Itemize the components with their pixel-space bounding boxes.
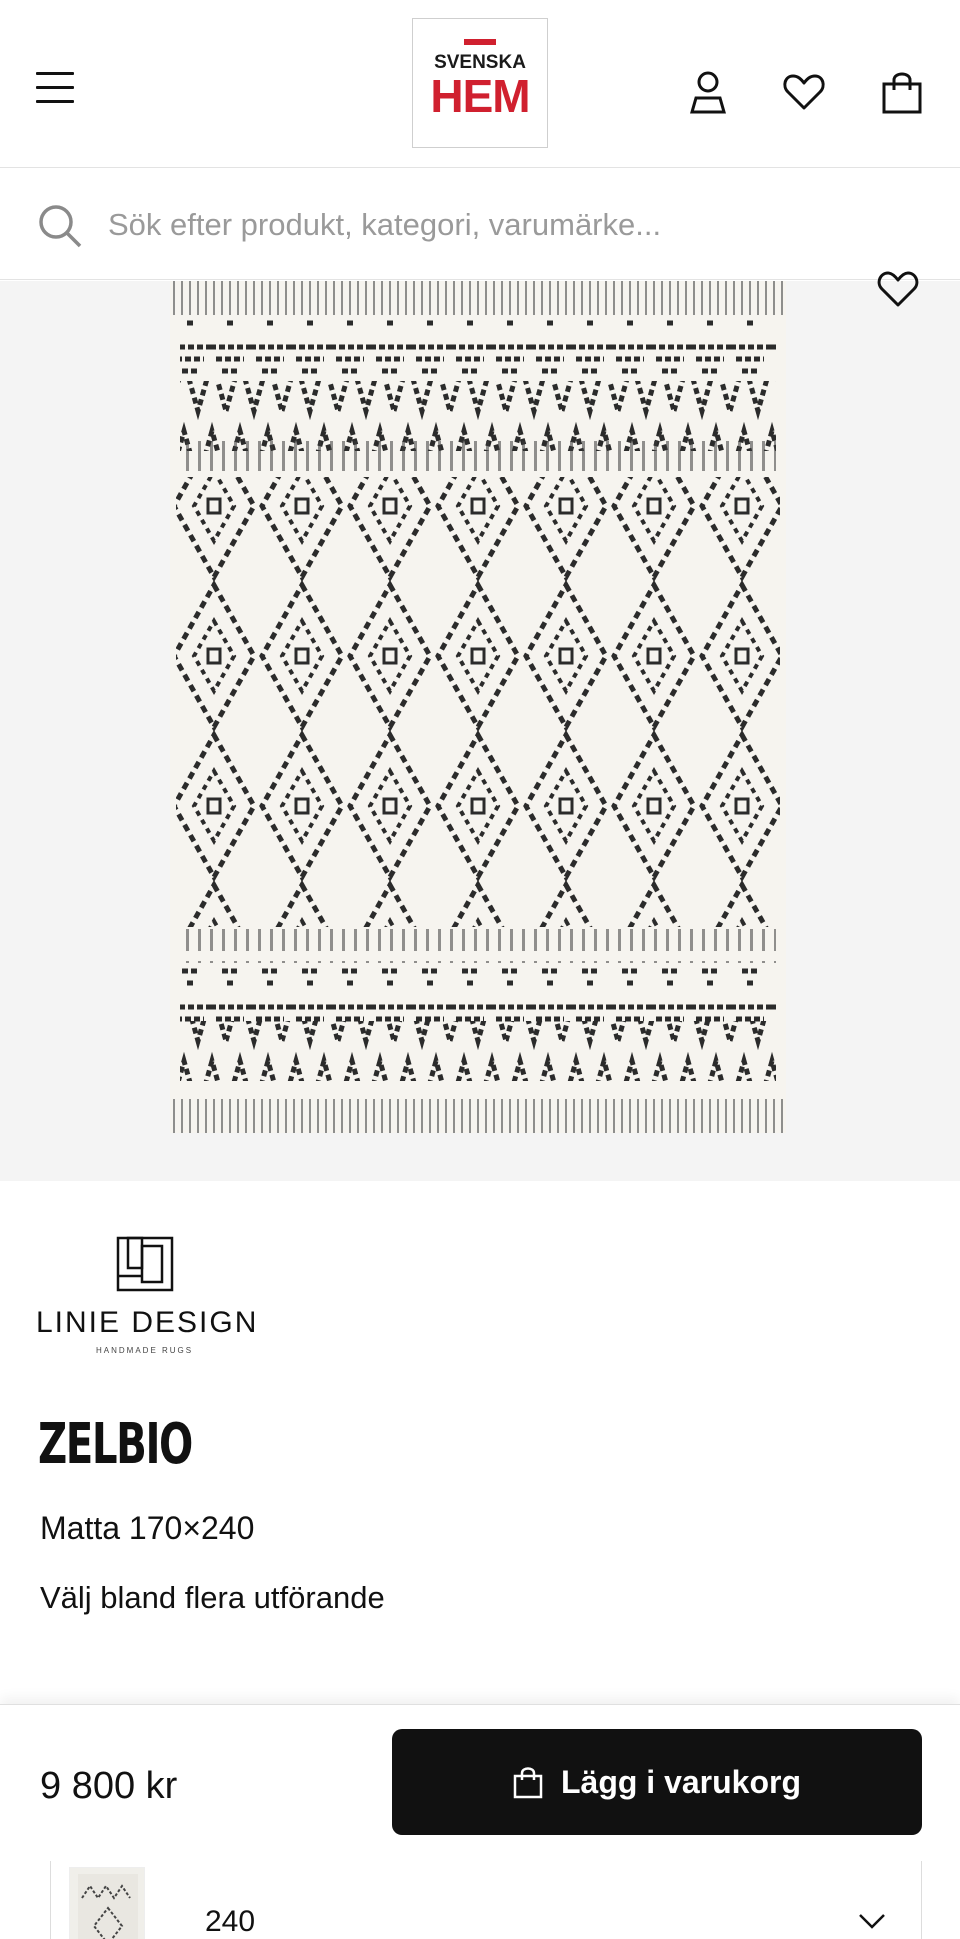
- add-to-cart-button[interactable]: Lägg i varukorg: [392, 1729, 922, 1835]
- brand-name: LINIE DESIGN: [36, 1306, 259, 1339]
- product-price: 9 800 kr: [40, 1765, 178, 1807]
- site-logo[interactable]: SVENSKA HEM: [412, 18, 548, 148]
- product-title: ZELBIO: [38, 1412, 193, 1477]
- user-icon[interactable]: [686, 68, 730, 116]
- search-input[interactable]: [108, 198, 928, 252]
- logo-text-bottom: HEM: [430, 70, 530, 122]
- heart-icon[interactable]: [782, 68, 826, 116]
- variants-info: Välj bland flera utförande: [40, 1580, 385, 1615]
- site-header: SVENSKA HEM: [0, 0, 960, 168]
- add-to-cart-label: Lägg i varukorg: [560, 1763, 802, 1800]
- product-subtitle: Matta 170×240: [40, 1510, 255, 1546]
- variant-thumbnail: [69, 1867, 145, 1939]
- product-image[interactable]: [170, 281, 786, 1133]
- variant-select[interactable]: 240: [50, 1861, 922, 1939]
- brand-logo[interactable]: LINIE DESIGN HANDMADE RUGS: [36, 1230, 266, 1355]
- bag-icon: [513, 1767, 543, 1799]
- search-icon[interactable]: [36, 202, 84, 250]
- wishlist-heart-icon[interactable]: [872, 271, 924, 311]
- product-image-gallery[interactable]: [0, 271, 960, 1181]
- bag-icon[interactable]: [880, 68, 924, 116]
- chevron-down-icon: [857, 1911, 887, 1931]
- search-bar: [0, 168, 960, 280]
- brand-mark-icon: [116, 1236, 174, 1292]
- sticky-purchase-bar: 9 800 kr Lägg i varukorg 240: [0, 1704, 960, 1939]
- menu-icon[interactable]: [36, 72, 78, 108]
- variant-label: 240: [205, 1905, 256, 1938]
- brand-tagline: HANDMADE RUGS: [96, 1346, 194, 1355]
